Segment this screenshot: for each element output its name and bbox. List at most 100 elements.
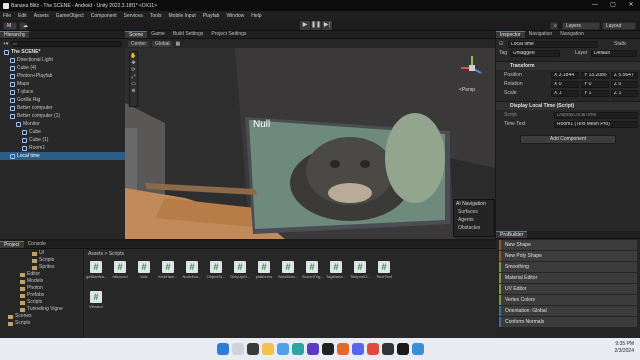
space-dropdown[interactable]: Global (152, 40, 173, 47)
tab-inspector[interactable]: Inspector (496, 31, 525, 38)
script-asset[interactable]: # SoundTrig... (302, 261, 324, 279)
move-tool-icon[interactable]: ✥ (131, 60, 135, 66)
play-button[interactable]: ▶ (300, 21, 310, 30)
scale-z-field[interactable]: Z 1 (611, 90, 638, 97)
menu-edit[interactable]: Edit (18, 13, 27, 19)
tab-hierarchy[interactable]: Hierarchy (0, 31, 30, 38)
cloud-icon[interactable]: ☁ (19, 22, 28, 30)
script-asset[interactable]: # lock (134, 261, 154, 279)
menu-mobile-input[interactable]: Mobile Input (169, 13, 196, 19)
scale-y-field[interactable]: Y 1 (581, 90, 609, 97)
position-z-field[interactable]: Z 5.5647 (611, 72, 638, 79)
file-explorer-icon[interactable] (261, 343, 274, 355)
script-asset[interactable]: # Vibrator (86, 291, 106, 309)
grid-icon[interactable]: ▦ (175, 41, 180, 47)
menu-services[interactable]: Services (124, 13, 143, 19)
position-y-field[interactable]: Y 13.2085 (581, 72, 609, 79)
project-breadcrumb[interactable]: Assets > Scripts (88, 251, 124, 257)
tab-console[interactable]: Console (23, 241, 50, 248)
hierarchy-item[interactable]: Cube (4) (0, 64, 125, 72)
folder-item[interactable]: Scenes (0, 313, 83, 320)
time-text-field[interactable]: Room1 (Text Mesh Pro) (554, 121, 638, 128)
folder-item[interactable]: Photon (0, 285, 83, 292)
hierarchy-item[interactable]: Local time (0, 152, 125, 160)
folder-item[interactable]: Sprites (0, 264, 83, 271)
tab-navigation-2[interactable]: Navigation (556, 31, 588, 38)
rotation-y-field[interactable]: Y 0 (581, 81, 609, 88)
folder-item[interactable]: UI (0, 250, 83, 257)
script-asset[interactable]: # platforms (254, 261, 274, 279)
ai-nav-surfaces[interactable]: Surfaces (454, 208, 494, 216)
step-button[interactable]: ▶| (322, 21, 332, 30)
folder-item[interactable]: Scripts (0, 257, 83, 264)
ai-nav-obstacles[interactable]: Obstacles (454, 224, 494, 232)
hierarchy-item[interactable]: T-place (0, 88, 125, 96)
script-asset[interactable]: # TagMana... (326, 261, 346, 279)
account-button[interactable]: M (3, 22, 17, 30)
add-icon[interactable]: +▾ (3, 41, 8, 47)
script-asset[interactable]: # KickHam... (158, 261, 178, 279)
script-asset[interactable]: # OnlyUpM... (230, 261, 250, 279)
folder-item[interactable]: Editor (0, 271, 83, 278)
script-asset[interactable]: # getBanNa... (86, 261, 107, 279)
hand-tool-icon[interactable]: ✋ (130, 53, 136, 59)
hierarchy-item[interactable]: Gorilla Rig (0, 96, 125, 104)
tab-probuilder[interactable]: ProBuilder (496, 231, 528, 238)
transform-header[interactable]: Transform (496, 61, 640, 70)
script-asset[interactable]: # NoAdmo... (182, 261, 202, 279)
rect-tool-icon[interactable]: ▭ (131, 81, 136, 87)
probuilder-button[interactable]: Conform Normals (499, 317, 637, 327)
probuilder-button[interactable]: Material Editor (499, 273, 637, 283)
edge-icon[interactable] (276, 343, 289, 355)
hierarchy-item[interactable]: Better computer (0, 104, 125, 112)
probuilder-button[interactable]: New Poly Shape (499, 251, 637, 261)
chrome-icon[interactable] (366, 343, 379, 355)
transform-tool-icon[interactable]: ⊕ (131, 88, 135, 94)
hierarchy-item[interactable]: Monitor (0, 120, 125, 128)
tag-dropdown[interactable]: Untagged (510, 50, 560, 57)
start-icon[interactable] (216, 343, 229, 355)
folder-item[interactable]: Tunneling Vigne (0, 306, 83, 313)
rotation-z-field[interactable]: Z 0 (611, 81, 638, 88)
scene-viewport[interactable] (125, 48, 495, 239)
rotation-x-field[interactable]: X 0 (551, 81, 579, 88)
minimize-button[interactable]: — (586, 0, 604, 11)
menu-component[interactable]: Component (91, 13, 117, 19)
hierarchy-item[interactable]: Photon+Playfab (0, 72, 125, 80)
script-asset[interactable]: # hitsound (110, 261, 130, 279)
hierarchy-item[interactable]: The SCENE* (0, 48, 125, 56)
visual-studio-icon[interactable] (306, 343, 319, 355)
hierarchy-item[interactable]: Cube (0, 128, 125, 136)
blender-icon[interactable] (336, 343, 349, 355)
hierarchy-search-input[interactable] (11, 40, 122, 47)
folder-item[interactable]: Scripts (0, 299, 83, 306)
menu-window[interactable]: Window (226, 13, 244, 19)
search-taskbar-icon[interactable] (231, 343, 244, 355)
menu-gameobject[interactable]: GameObject (56, 13, 84, 19)
photos-icon[interactable] (411, 343, 424, 355)
menu-assets[interactable]: Assets (34, 13, 49, 19)
pivot-dropdown[interactable]: Center (128, 40, 150, 47)
taskbar-clock[interactable]: 9:35 PM 2/3/2024 (615, 341, 634, 355)
tab-game[interactable]: Game (147, 31, 169, 38)
tab-build-settings[interactable]: Build Settings (168, 31, 208, 38)
tab-project-settings[interactable]: Project Settings (207, 31, 251, 38)
script-component-header[interactable]: Display Local Time (Script) (496, 101, 640, 110)
tab-navigation[interactable]: Navigation (524, 31, 557, 38)
add-component-button[interactable]: Add Component (520, 135, 616, 144)
script-asset[interactable]: # SaveMan... (278, 261, 298, 279)
store-icon[interactable] (291, 343, 304, 355)
perspective-label[interactable]: <Persp (459, 87, 475, 93)
probuilder-button[interactable]: New Shape (499, 240, 637, 250)
discord-icon[interactable] (351, 343, 364, 355)
probuilder-button[interactable]: Vertex Colors (499, 295, 637, 305)
close-button[interactable]: ✕ (622, 0, 640, 11)
rotate-tool-icon[interactable]: ⟳ (131, 67, 135, 73)
search-icon[interactable]: ⌕ (550, 22, 558, 30)
script-asset[interactable]: # ObjectSt... (206, 261, 226, 279)
gameobject-active-checkbox[interactable]: ☑ (499, 41, 503, 48)
maximize-button[interactable]: ▢ (604, 0, 622, 11)
scale-tool-icon[interactable]: ⤢ (131, 74, 135, 80)
menu-help[interactable]: Help (251, 13, 261, 19)
object-name-field[interactable]: Local time (508, 41, 598, 48)
